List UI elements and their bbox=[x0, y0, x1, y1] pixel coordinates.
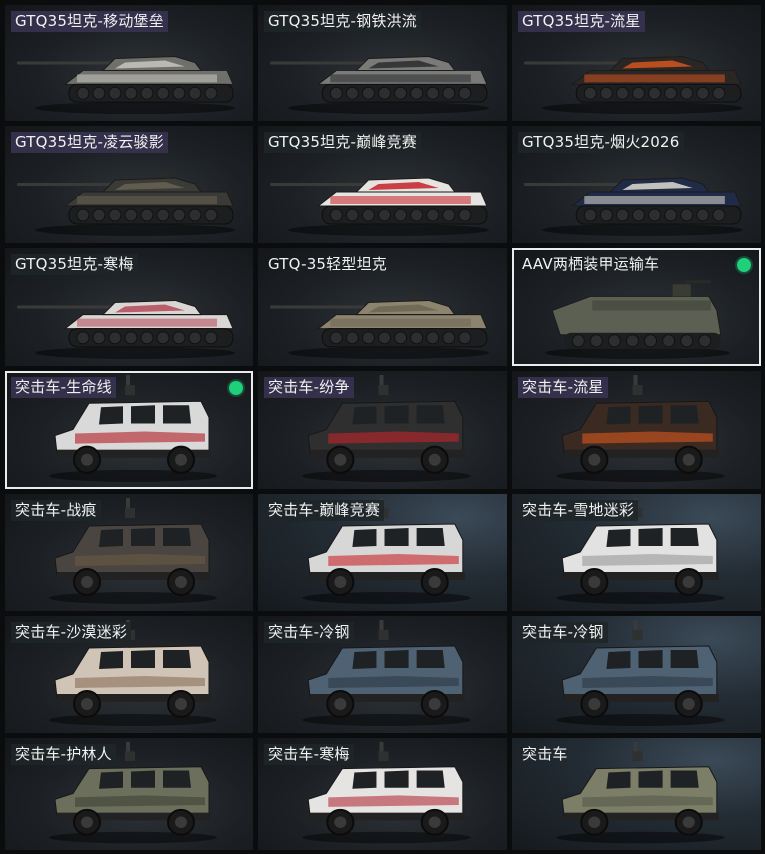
vehicle-skin-tile[interactable]: 突击车 bbox=[512, 738, 761, 850]
vehicle-skin-tile[interactable]: 突击车-生命线 bbox=[5, 371, 253, 489]
vehicle-skin-tile[interactable]: GTQ35坦克-烟火2026 bbox=[512, 126, 761, 243]
vehicle-skin-label: GTQ35坦克-凌云骏影 bbox=[11, 132, 168, 153]
vehicle-skin-tile[interactable]: GTQ35坦克-凌云骏影 bbox=[5, 126, 253, 243]
vehicle-skin-label: 突击车 bbox=[522, 745, 568, 763]
vehicle-skin-label: GTQ35坦克-流星 bbox=[518, 11, 645, 32]
vehicle-skin-label: 突击车-冷钢 bbox=[518, 622, 608, 643]
equipped-indicator-icon bbox=[737, 258, 751, 272]
vehicle-skin-tile[interactable]: AAV两栖装甲运输车 bbox=[512, 248, 761, 366]
equipped-indicator-icon bbox=[229, 381, 243, 395]
vehicle-skin-label: 突击车-沙漠迷彩 bbox=[11, 622, 132, 643]
vehicle-skin-label: 突击车-战痕 bbox=[11, 500, 101, 521]
vehicle-skin-label: AAV两栖装甲运输车 bbox=[522, 255, 660, 273]
vehicle-skin-label: 突击车-护林人 bbox=[11, 744, 116, 765]
vehicle-skin-label: GTQ-35轻型坦克 bbox=[268, 255, 387, 273]
vehicle-skin-tile[interactable]: 突击车-纷争 bbox=[258, 371, 507, 489]
vehicle-skin-label: GTQ35坦克-钢铁洪流 bbox=[264, 11, 421, 32]
vehicle-skin-label: 突击车-纷争 bbox=[264, 377, 354, 398]
vehicle-skin-label: 突击车-雪地迷彩 bbox=[518, 500, 639, 521]
vehicle-skin-tile[interactable]: 突击车-雪地迷彩 bbox=[512, 494, 761, 611]
vehicle-skin-tile[interactable]: 突击车-流星 bbox=[512, 371, 761, 489]
vehicle-skin-tile[interactable]: GTQ-35轻型坦克 bbox=[258, 248, 507, 366]
vehicle-skin-label: 突击车-冷钢 bbox=[264, 622, 354, 643]
vehicle-skin-tile[interactable]: 突击车-冷钢 bbox=[258, 616, 507, 733]
vehicle-skin-label: 突击车-流星 bbox=[518, 377, 608, 398]
vehicle-skin-label: 突击车-生命线 bbox=[11, 377, 116, 398]
vehicle-skin-tile[interactable]: 突击车-寒梅 bbox=[258, 738, 507, 850]
vehicle-skin-tile[interactable]: GTQ35坦克-钢铁洪流 bbox=[258, 5, 507, 121]
vehicle-skin-tile[interactable]: GTQ35坦克-移动堡垒 bbox=[5, 5, 253, 121]
vehicle-skin-tile[interactable]: GTQ35坦克-寒梅 bbox=[5, 248, 253, 366]
vehicle-skin-tile[interactable]: 突击车-沙漠迷彩 bbox=[5, 616, 253, 733]
vehicle-skin-tile[interactable]: GTQ35坦克-巅峰竞赛 bbox=[258, 126, 507, 243]
vehicle-skin-label: GTQ35坦克-寒梅 bbox=[11, 254, 138, 275]
vehicle-skin-tile[interactable]: 突击车-战痕 bbox=[5, 494, 253, 611]
vehicle-skin-label: GTQ35坦克-烟火2026 bbox=[518, 132, 684, 153]
vehicle-skin-tile[interactable]: 突击车-巅峰竞赛 bbox=[258, 494, 507, 611]
vehicle-skin-label: GTQ35坦克-巅峰竞赛 bbox=[264, 132, 421, 153]
vehicle-skin-grid: GTQ35坦克-移动堡垒 GTQ35坦克-钢铁洪流 GTQ35坦克-流星 GTQ… bbox=[0, 0, 765, 854]
vehicle-skin-tile[interactable]: 突击车-护林人 bbox=[5, 738, 253, 850]
vehicle-skin-tile[interactable]: 突击车-冷钢 bbox=[512, 616, 761, 733]
vehicle-skin-label: GTQ35坦克-移动堡垒 bbox=[11, 11, 168, 32]
vehicle-skin-tile[interactable]: GTQ35坦克-流星 bbox=[512, 5, 761, 121]
vehicle-skin-label: 突击车-巅峰竞赛 bbox=[264, 500, 385, 521]
vehicle-skin-label: 突击车-寒梅 bbox=[264, 744, 354, 765]
